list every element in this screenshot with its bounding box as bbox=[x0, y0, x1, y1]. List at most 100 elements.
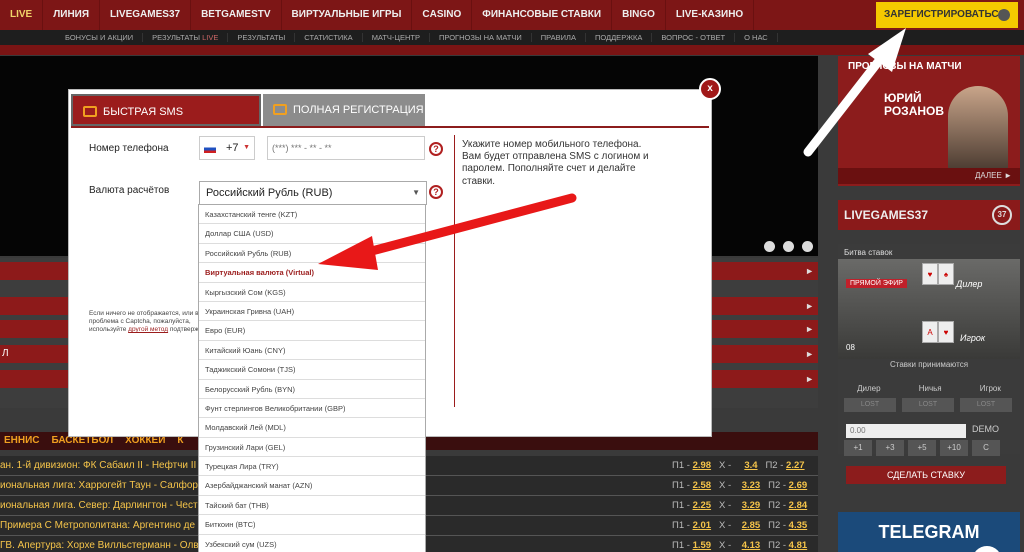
livegames-banner[interactable]: LIVEGAMES37 37 bbox=[838, 200, 1020, 230]
currency-select[interactable]: Российский Рубль (RUB) ▼ bbox=[199, 181, 427, 205]
step-clear[interactable]: C bbox=[972, 440, 1000, 456]
subnav-faq[interactable]: ВОПРОС - ОТВЕТ bbox=[652, 33, 736, 42]
odds-label: П1 - bbox=[672, 460, 690, 471]
subnav-statistics[interactable]: СТАТИСТИКА bbox=[295, 33, 363, 42]
match-name[interactable]: иональная лига. Север: Дарлингтон - Чест bbox=[0, 496, 198, 516]
subnav-rules[interactable]: ПРАВИЛА bbox=[532, 33, 586, 42]
phone-code: +7 bbox=[226, 142, 239, 154]
odds-p2[interactable]: 2.27 bbox=[786, 460, 805, 471]
nav-bingo[interactable]: BINGO bbox=[612, 0, 666, 30]
header-strip bbox=[0, 45, 1024, 55]
step-plus-10[interactable]: +10 bbox=[940, 440, 968, 456]
lost-button[interactable]: LOST bbox=[960, 398, 1012, 412]
odds-p2[interactable]: 2.84 bbox=[789, 500, 808, 511]
nav-line[interactable]: ЛИНИЯ bbox=[43, 0, 101, 30]
close-button[interactable]: x bbox=[699, 78, 721, 100]
nav-financial-bets[interactable]: ФИНАНСОВЫЕ СТАВКИ bbox=[472, 0, 613, 30]
odds-label: П2 - bbox=[768, 520, 787, 531]
odds-p1[interactable]: 1.59 bbox=[693, 540, 712, 551]
captcha-alt-link[interactable]: другой метод bbox=[128, 326, 168, 333]
currency-option[interactable]: Тайский бат (THB) bbox=[199, 496, 425, 516]
banner-dot[interactable] bbox=[783, 241, 794, 252]
currency-option[interactable]: Таджикский Сомони (TJS) bbox=[199, 360, 425, 380]
nav-livegames37[interactable]: LIVEGAMES37 bbox=[100, 0, 192, 30]
odds-x[interactable]: 3.23 bbox=[742, 480, 761, 491]
odds-x[interactable]: 3.29 bbox=[742, 500, 761, 511]
match-name[interactable]: иональная лига: Харрогейт Таун - Салфор bbox=[0, 476, 198, 496]
subnav-support[interactable]: ПОДДЕРЖКА bbox=[586, 33, 653, 42]
tab-tennis[interactable]: ЕННИС bbox=[4, 432, 40, 450]
battle-video[interactable]: ПРЯМОЙ ЭФИР ♥ ♠ Дилер A ♥ Игрок 08 bbox=[838, 259, 1020, 359]
odds-x[interactable]: 2.85 bbox=[742, 520, 761, 531]
currency-option[interactable]: Казахстанский тенге (KZT) bbox=[199, 205, 425, 225]
currency-option[interactable]: Азербайджанский манат (AZN) bbox=[199, 476, 425, 496]
match-odds: П1 - 2.25 X - 3.29 П2 - 2.84 bbox=[672, 496, 807, 516]
match-name[interactable]: ан. 1-й дивизион: ФК Сабаил II - Нефтчи … bbox=[0, 456, 196, 476]
nav-betgamestv[interactable]: BETGAMESTV bbox=[191, 0, 282, 30]
banner-dot[interactable] bbox=[802, 241, 813, 252]
currency-option-highlighted[interactable]: Виртуальная валюта (Virtual) bbox=[199, 263, 425, 283]
banner-dot[interactable] bbox=[764, 241, 775, 252]
match-name[interactable]: ГВ. Апертура: Хорхе Вилльстерманн - Олв bbox=[0, 536, 199, 552]
odds-x[interactable]: 3.4 bbox=[744, 460, 757, 471]
country-code-select[interactable]: +7 ▼ bbox=[199, 136, 255, 160]
subnav-results-live[interactable]: РЕЗУЛЬТАТЫ LIVE bbox=[143, 33, 229, 42]
make-bet-button[interactable]: СДЕЛАТЬ СТАВКУ bbox=[846, 466, 1006, 484]
expert-first-name: ЮРИЙ bbox=[884, 91, 922, 105]
odds-x[interactable]: 4.13 bbox=[742, 540, 761, 551]
player-label: Игрок bbox=[960, 333, 986, 343]
subnav-bonuses[interactable]: БОНУСЫ И АКЦИИ bbox=[56, 33, 144, 42]
currency-option[interactable]: Китайский Юань (CNY) bbox=[199, 341, 425, 361]
currency-option[interactable]: Кыргызский Сом (KGS) bbox=[199, 283, 425, 302]
odds-p2[interactable]: 4.35 bbox=[789, 520, 808, 531]
subnav-predictions[interactable]: ПРОГНОЗЫ НА МАТЧИ bbox=[430, 33, 532, 42]
odds-label: П1 - bbox=[672, 540, 690, 551]
subnav-about[interactable]: О НАС bbox=[735, 33, 778, 42]
subnav-live-badge: LIVE bbox=[202, 33, 219, 42]
tab-full-registration[interactable]: ПОЛНАЯ РЕГИСТРАЦИЯ bbox=[263, 94, 425, 126]
odds-p1[interactable]: 2.58 bbox=[693, 480, 712, 491]
currency-option[interactable]: Узбекский сум (UZS) bbox=[199, 535, 425, 552]
step-plus-1[interactable]: +1 bbox=[844, 440, 872, 456]
subnav-results[interactable]: РЕЗУЛЬТАТЫ bbox=[228, 33, 296, 42]
phone-input[interactable] bbox=[267, 136, 425, 160]
currency-option[interactable]: Белорусский Рубль (BYN) bbox=[199, 380, 425, 399]
match-odds: П1 - 2.01 X - 2.85 П2 - 4.35 bbox=[672, 516, 807, 536]
tab-underline bbox=[71, 126, 709, 128]
odds-label: X - bbox=[718, 500, 732, 511]
currency-option[interactable]: Российский Рубль (RUB) bbox=[199, 244, 425, 264]
help-icon[interactable]: ? bbox=[429, 142, 443, 156]
odds-p1[interactable]: 2.01 bbox=[693, 520, 712, 531]
nav-live-casino[interactable]: LIVE-КАЗИНО bbox=[666, 0, 755, 30]
currency-option[interactable]: Грузинский Лари (GEL) bbox=[199, 438, 425, 458]
currency-option[interactable]: Биткоин (BTC) bbox=[199, 515, 425, 535]
register-button[interactable]: ЗАРЕГИСТРИРОВАТЬСЯ bbox=[876, 2, 1018, 28]
odds-p2[interactable]: 4.81 bbox=[789, 540, 808, 551]
bet-amount-input[interactable]: 0.00 bbox=[846, 424, 966, 438]
currency-option[interactable]: Евро (EUR) bbox=[199, 321, 425, 341]
nav-virtual-games[interactable]: ВИРТУАЛЬНЫЕ ИГРЫ bbox=[282, 0, 413, 30]
currency-option[interactable]: Фунт стерлингов Великобритании (GBP) bbox=[199, 399, 425, 419]
lost-button[interactable]: LOST bbox=[902, 398, 954, 412]
odds-p2[interactable]: 2.69 bbox=[789, 480, 808, 491]
help-icon[interactable]: ? bbox=[429, 185, 443, 199]
odds-p1[interactable]: 2.98 bbox=[693, 460, 712, 471]
nav-live[interactable]: LIVE bbox=[0, 0, 44, 30]
telegram-banner[interactable]: TELEGRAM bbox=[838, 512, 1020, 552]
tab-sms-registration[interactable]: БЫСТРАЯ SMS РЕГИСТРАЦИЯ bbox=[71, 94, 261, 150]
currency-option[interactable]: Молдавский Лей (MDL) bbox=[199, 418, 425, 438]
lost-button[interactable]: LOST bbox=[844, 398, 896, 412]
nav-casino[interactable]: CASINO bbox=[412, 0, 473, 30]
currency-option[interactable]: Турецкая Лира (TRY) bbox=[199, 457, 425, 477]
currency-option[interactable]: Доллар США (USD) bbox=[199, 224, 425, 244]
predictions-banner[interactable]: ПРОГНОЗЫ НА МАТЧИ ЮРИЙ РОЗАНОВ bbox=[838, 56, 1020, 186]
bets-accepting: Ставки принимаются bbox=[889, 360, 969, 369]
step-plus-5[interactable]: +5 bbox=[908, 440, 936, 456]
odds-p1[interactable]: 2.25 bbox=[693, 500, 712, 511]
step-plus-3[interactable]: +3 bbox=[876, 440, 904, 456]
match-name[interactable]: Примера С Метрополитана: Аргентино де К bbox=[0, 516, 204, 536]
subnav-match-center[interactable]: МАТЧ-ЦЕНТР bbox=[363, 33, 430, 42]
currency-option[interactable]: Украинская Гривна (UAH) bbox=[199, 302, 425, 322]
demo-label: DEMO bbox=[972, 424, 999, 434]
more-link[interactable]: ДАЛЕЕ ► bbox=[838, 168, 1020, 184]
